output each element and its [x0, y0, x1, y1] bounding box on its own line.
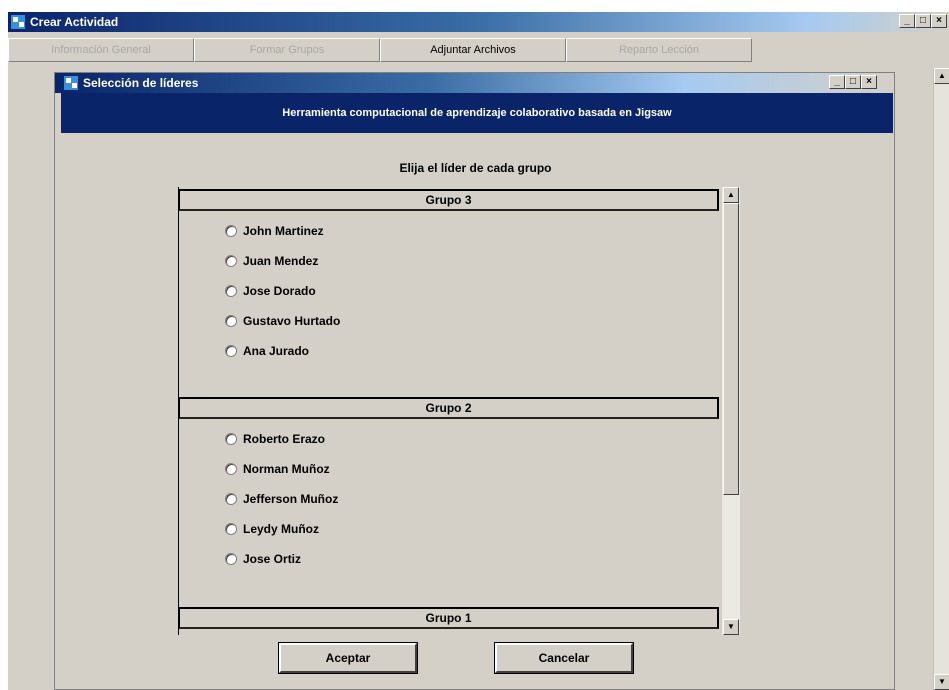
app-icon: [11, 15, 25, 29]
leader-option[interactable]: Jefferson Muñoz: [225, 489, 338, 509]
student-name: Ana Jurado: [243, 344, 310, 358]
radio-button[interactable]: [225, 345, 237, 357]
radio-button[interactable]: [225, 523, 237, 535]
leader-option[interactable]: Norman Muñoz: [225, 459, 330, 479]
leader-option[interactable]: Jose Ortiz: [225, 549, 301, 569]
outer-title-bar: Crear Actividad _ □ ×: [8, 12, 949, 32]
outer-window-controls: _ □ ×: [899, 14, 947, 28]
minimize-button[interactable]: _: [899, 14, 915, 28]
student-name: Jose Ortiz: [243, 552, 302, 566]
radio-button[interactable]: [225, 315, 237, 327]
radio-button[interactable]: [225, 553, 237, 565]
radio-button[interactable]: [225, 255, 237, 267]
accept-button[interactable]: Aceptar: [278, 642, 418, 674]
student-name: Jose Dorado: [243, 284, 316, 298]
tab-adjuntar-archivos[interactable]: Adjuntar Archivos: [380, 38, 566, 62]
leader-option[interactable]: Gustavo Hurtado: [225, 311, 340, 331]
group-header: Grupo 3: [179, 189, 719, 211]
student-name: Norman Muñoz: [243, 462, 330, 476]
dialog-minimize-button[interactable]: _: [829, 75, 845, 89]
dialog-maximize-button[interactable]: □: [845, 75, 861, 89]
leader-option[interactable]: Leydy Muñoz: [225, 519, 319, 539]
radio-button[interactable]: [225, 225, 237, 237]
scroll-up-icon[interactable]: ▲: [934, 68, 949, 84]
close-button[interactable]: ×: [931, 14, 947, 28]
dialog-app-icon: [64, 76, 78, 90]
radio-button[interactable]: [225, 463, 237, 475]
dialog-title: Selección de líderes: [83, 76, 199, 90]
group-header: Grupo 2: [179, 397, 719, 419]
student-name: Jefferson Muñoz: [243, 492, 339, 506]
group-list-panel: Grupo 3 John Martinez Juan Mendez Jose D…: [178, 187, 741, 635]
scroll-down-icon[interactable]: ▼: [934, 674, 949, 690]
student-name: Roberto Erazo: [243, 432, 326, 446]
student-name: Gustavo Hurtado: [243, 314, 341, 328]
radio-button[interactable]: [225, 433, 237, 445]
dialog-title-bar: Selección de líderes _ □ ×: [55, 73, 894, 93]
tab-formar-grupos[interactable]: Formar Grupos: [194, 38, 380, 62]
dialog-window-controls: _ □ ×: [829, 75, 877, 89]
leader-option[interactable]: John Martinez: [225, 221, 324, 241]
list-vertical-scrollbar[interactable]: ▲ ▼: [722, 187, 740, 635]
leader-option[interactable]: Jose Dorado: [225, 281, 316, 301]
student-name: Juan Mendez: [243, 254, 319, 268]
instruction-text: Elija el líder de cada grupo: [399, 161, 552, 175]
tab-strip: Información General Formar Grupos Adjunt…: [8, 38, 768, 62]
scroll-down-icon[interactable]: ▼: [723, 619, 739, 635]
leader-selection-dialog: Selección de líderes _ □ × Herramienta c…: [54, 72, 895, 690]
scrollbar-thumb[interactable]: [723, 203, 739, 495]
group-header: Grupo 1: [179, 607, 719, 629]
cancel-button[interactable]: Cancelar: [494, 642, 634, 674]
maximize-button[interactable]: □: [915, 14, 931, 28]
outer-vertical-scrollbar[interactable]: ▲ ▼: [933, 68, 949, 690]
leader-option[interactable]: Roberto Erazo: [225, 429, 325, 449]
tab-reparto-leccion[interactable]: Reparto Lección: [566, 38, 752, 62]
leader-option[interactable]: Ana Jurado: [225, 341, 309, 361]
radio-button[interactable]: [225, 285, 237, 297]
header-banner: Herramienta computacional de aprendizaje…: [61, 93, 893, 133]
radio-button[interactable]: [225, 493, 237, 505]
dialog-close-button[interactable]: ×: [861, 75, 877, 89]
student-name: Leydy Muñoz: [243, 522, 320, 536]
student-name: John Martinez: [243, 224, 324, 238]
scroll-up-icon[interactable]: ▲: [723, 187, 739, 203]
outer-window-title: Crear Actividad: [30, 15, 119, 29]
leader-option[interactable]: Juan Mendez: [225, 251, 318, 271]
tab-informacion-general[interactable]: Información General: [8, 38, 194, 62]
